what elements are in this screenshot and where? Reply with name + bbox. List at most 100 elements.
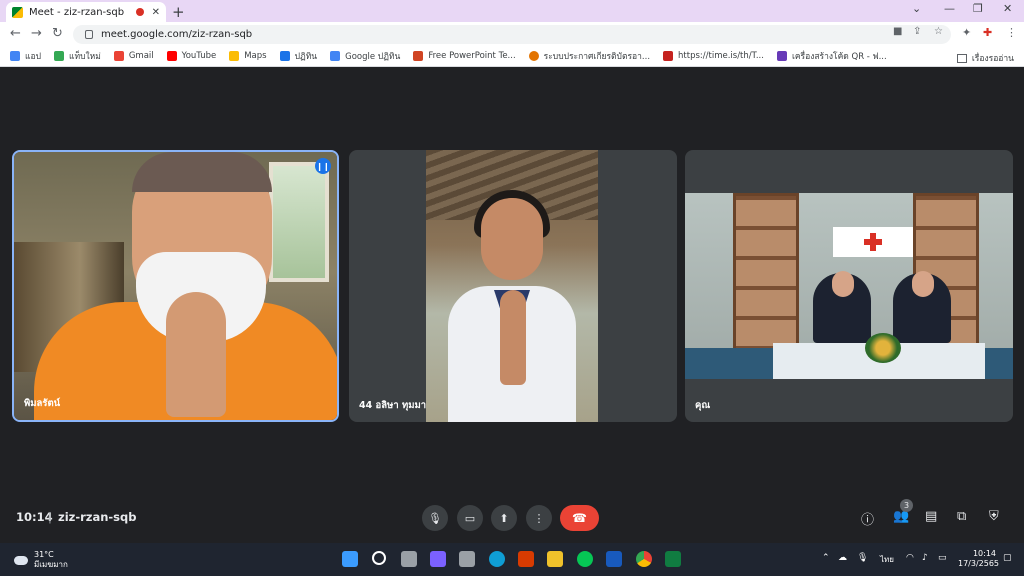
edge-browser-icon[interactable] (489, 551, 505, 567)
close-tab-button[interactable]: ✕ (152, 7, 160, 18)
bookmark-item[interactable]: Gmail (113, 51, 154, 61)
battery-icon[interactable]: ▭ (938, 553, 947, 563)
browser-tab-meet[interactable]: Meet - ziz-rzan-sqb ✕ (6, 2, 166, 22)
cloud-icon (14, 555, 28, 565)
reading-list-button[interactable]: เรื่องรออ่าน (956, 51, 1014, 65)
reload-icon[interactable]: ↻ (52, 26, 63, 41)
participant-tile[interactable]: 44 อลิษา ทุมมา (349, 150, 677, 422)
forward-icon[interactable]: → (31, 26, 42, 41)
teams-chat-icon[interactable] (430, 551, 446, 567)
bookmark-item[interactable]: ปฏิทิน (279, 49, 317, 63)
video-person-head (912, 271, 934, 297)
participant-tile-active-speaker[interactable]: ❙❙ พิมลรัตน์ (12, 150, 339, 422)
people-count-badge: 3 (900, 499, 913, 512)
reading-list-icon (956, 53, 967, 63)
browser-toolbar: ← → ↻ meet.google.com/ziz-rzan-sqb ■ ⇪ ☆… (0, 22, 1024, 46)
address-bar[interactable]: meet.google.com/ziz-rzan-sqb (73, 25, 951, 44)
video-person-head (832, 271, 854, 297)
meeting-details-icon[interactable]: ⓘ (861, 509, 874, 528)
bookmark-item[interactable]: เครื่องสร้างโค้ด QR - ฟ... (776, 49, 887, 63)
red-cross-icon (864, 233, 882, 251)
maps-icon (229, 51, 240, 61)
browser-tab-strip: Meet - ziz-rzan-sqb ✕ + ⌄ — ❐ ✕ (0, 0, 1024, 22)
microphone-button[interactable]: 🎙 (422, 505, 448, 531)
video-window-detail (269, 162, 329, 282)
browser-menu-icon[interactable]: ⋮ (1006, 26, 1017, 39)
youtube-icon (166, 51, 177, 61)
file-explorer-icon[interactable] (547, 551, 563, 567)
tray-microphone-icon[interactable]: 🎙 (857, 553, 868, 563)
leave-call-button[interactable]: ☎ (560, 505, 599, 531)
extensions-icon[interactable]: ✦ (962, 26, 971, 39)
office-icon[interactable] (518, 551, 534, 567)
camera-in-use-icon[interactable]: ■ (893, 26, 902, 37)
tab-search-icon[interactable]: ⌄ (912, 2, 921, 15)
qr-code-icon (776, 51, 787, 61)
share-icon[interactable]: ⇪ (913, 26, 921, 37)
video-flower-detail (865, 333, 901, 363)
chrome-icon[interactable] (636, 551, 652, 567)
bookmark-item[interactable]: แท็บใหม่ (53, 49, 101, 63)
host-controls-icon[interactable]: ⛨ (989, 509, 999, 524)
speaking-indicator-icon: ❙❙ (315, 158, 331, 174)
activities-icon[interactable]: ⧉ (957, 509, 966, 524)
url-text: meet.google.com/ziz-rzan-sqb (101, 29, 253, 40)
google-calendar-icon (330, 51, 341, 61)
calculator-icon[interactable] (459, 551, 475, 567)
video-feed (685, 193, 1013, 379)
calendar-icon (279, 51, 290, 61)
camera-button[interactable]: ▭ (457, 505, 483, 531)
back-icon[interactable]: ← (10, 26, 21, 41)
wifi-icon[interactable]: ◠ (906, 553, 914, 563)
hang-up-icon: ☎ (572, 511, 587, 525)
excel-icon[interactable] (665, 551, 681, 567)
system-clock[interactable]: 10:14 17/3/2565 (958, 549, 999, 569)
bookmark-item[interactable]: แอป (10, 49, 41, 63)
weather-widget[interactable]: 31°C มีเมฆมาก (14, 550, 68, 570)
minimize-window-icon[interactable]: — (944, 2, 955, 15)
tab-title: Meet - ziz-rzan-sqb (29, 6, 125, 18)
tray-expand-icon[interactable]: ⌃ (822, 553, 830, 563)
notification-icon[interactable]: ▢ (1003, 553, 1012, 563)
video-shelf-detail (733, 193, 799, 353)
video-camera-icon: ▭ (464, 511, 476, 525)
word-icon[interactable] (606, 551, 622, 567)
present-screen-button[interactable]: ⬆ (491, 505, 517, 531)
video-person-hands (166, 292, 226, 417)
chat-icon[interactable]: ▤ (925, 509, 937, 524)
bookmark-item[interactable]: https://time.is/th/T... (663, 51, 764, 61)
line-app-icon[interactable] (577, 551, 593, 567)
system-time: 10:14 (972, 549, 996, 558)
meet-favicon-icon (12, 6, 23, 18)
bookmark-item[interactable]: YouTube (166, 51, 216, 61)
new-tab-button[interactable]: + (172, 3, 185, 21)
bookmark-item[interactable]: Maps (229, 51, 267, 61)
video-feed (426, 150, 598, 422)
start-menu-icon[interactable] (342, 551, 358, 567)
weather-condition: มีเมฆมาก (34, 560, 68, 569)
gmail-icon (113, 51, 124, 61)
extension-red-cross-icon[interactable]: ✚ (983, 26, 992, 39)
more-options-button[interactable]: ⋮ (526, 505, 552, 531)
restore-window-icon[interactable]: ❐ (973, 2, 983, 15)
apps-grid-icon (10, 51, 20, 61)
video-person-hair (132, 152, 272, 192)
participant-tile-self[interactable]: คุณ (685, 150, 1013, 422)
bookmark-item[interactable]: ระบบประกาศเกียรติบัตรอา... (528, 49, 650, 63)
volume-icon[interactable]: ♪ (922, 553, 928, 563)
certificate-site-icon (528, 51, 539, 61)
bookmark-item[interactable]: Google ปฏิทิน (330, 49, 400, 63)
search-icon[interactable] (372, 551, 386, 565)
input-language[interactable]: ไทย (880, 553, 894, 566)
lock-icon (85, 30, 93, 39)
onedrive-cloud-icon[interactable]: ☁ (838, 553, 847, 563)
bookmark-item[interactable]: Free PowerPoint Te... (413, 51, 516, 61)
participant-name: คุณ (695, 400, 711, 411)
meeting-separator: | (48, 510, 52, 524)
task-view-icon[interactable] (401, 551, 417, 567)
temperature: 31°C (34, 550, 54, 559)
bookmark-star-icon[interactable]: ☆ (934, 26, 943, 37)
close-window-icon[interactable]: ✕ (1003, 2, 1012, 15)
video-person-hands (500, 290, 526, 385)
more-vertical-icon: ⋮ (533, 511, 545, 525)
